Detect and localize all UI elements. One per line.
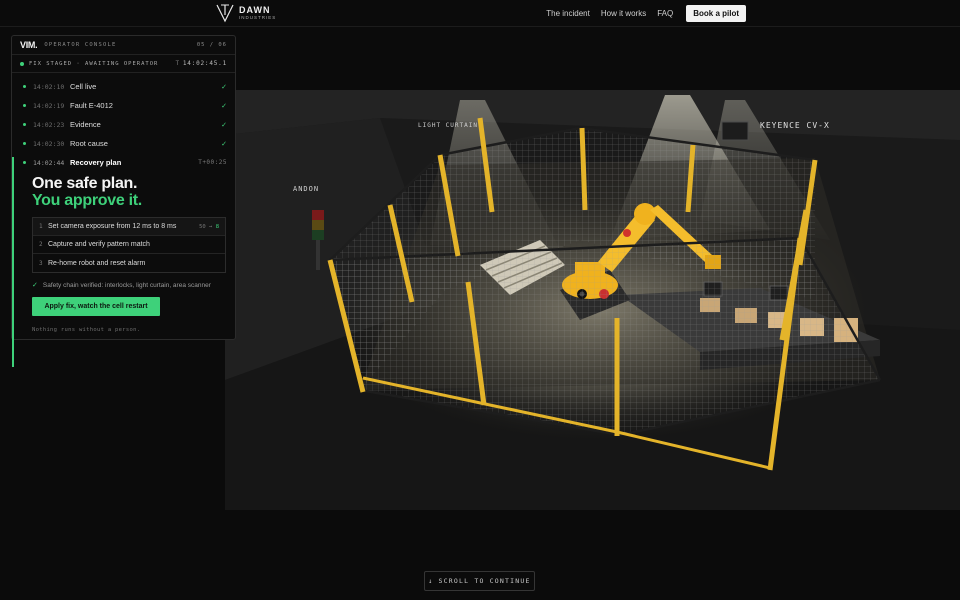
plan-step[interactable]: 3 Re-home robot and reset alarm <box>33 254 225 272</box>
timeline-step-active[interactable]: 14:02:44 Recovery plan T+00:25 <box>12 153 235 172</box>
step-dot-icon <box>23 161 26 164</box>
brand-name: DAWN <box>239 4 271 15</box>
status-timestamp: T 14:02:45.1 <box>175 60 227 67</box>
time-value: 14:02:45.1 <box>182 60 227 67</box>
page-indicator: 05 / 06 <box>196 42 227 48</box>
brand-logo[interactable]: DAWN INDUSTRIES <box>215 3 276 23</box>
recovery-plan-list: 1 Set camera exposure from 12 ms to 8 ms… <box>32 217 226 273</box>
plan-step-number: 3 <box>39 259 43 267</box>
time-prefix: T <box>175 60 180 67</box>
step-dot-icon <box>23 142 26 145</box>
check-icon: ✓ <box>221 140 227 148</box>
top-navigation: DAWN INDUSTRIES The incident How it work… <box>0 0 960 27</box>
scroll-label: SCROLL TO CONTINUE <box>438 577 531 585</box>
timeline-step[interactable]: 14:02:19 Fault E-4012 ✓ <box>12 96 235 115</box>
step-time: 14:02:44 <box>33 158 65 167</box>
safety-verification: ✓ Safety chain verified: interlocks, lig… <box>32 281 235 290</box>
plan-step-label: Capture and verify pattern match <box>48 241 150 248</box>
brand-subtitle: INDUSTRIES <box>239 14 277 20</box>
keyence-camera <box>721 121 749 141</box>
light-curtain-label: LIGHT CURTAIN <box>418 122 478 129</box>
dawn-logo-icon <box>216 4 234 23</box>
check-icon: ✓ <box>221 121 227 129</box>
step-dot-icon <box>23 123 26 126</box>
step-label: Evidence <box>70 120 101 129</box>
vim-logo: VIM. <box>20 40 38 50</box>
step-label: Fault E-4012 <box>70 101 113 110</box>
plan-step-number: 1 <box>39 223 43 230</box>
step-time: 14:02:30 <box>33 139 65 148</box>
check-icon: ✓ <box>221 102 227 110</box>
step-time: 14:02:19 <box>33 101 65 110</box>
status-dot-icon <box>20 61 24 66</box>
nav-links: The incident How it works FAQ Book a pil… <box>546 0 746 27</box>
apply-fix-button[interactable]: Apply fix, watch the cell restart <box>32 297 160 316</box>
plan-step-number: 2 <box>39 241 43 248</box>
timeline-steps: 14:02:10 Cell live ✓ 14:02:19 Fault E-40… <box>12 73 235 367</box>
console-footnote: Nothing runs without a person. <box>32 327 141 333</box>
plan-step-meta: 50 → 8 <box>199 224 219 230</box>
step-label: Root cause <box>70 139 108 148</box>
status-text: FIX STAGED · AWAITING OPERATOR <box>29 60 159 67</box>
arrow-down-icon: ↓ <box>428 577 434 585</box>
step-dot-icon <box>23 85 26 88</box>
step-time: 14:02:23 <box>33 120 65 129</box>
timeline-step[interactable]: 14:02:23 Evidence ✓ <box>12 115 235 134</box>
meta-to: 8 <box>215 223 219 230</box>
scroll-to-continue-button[interactable]: ↓ SCROLL TO CONTINUE <box>424 571 535 591</box>
plan-headline: One safe plan. You approve it. <box>12 172 235 209</box>
plan-step[interactable]: 1 Set camera exposure from 12 ms to 8 ms… <box>33 218 225 236</box>
active-step-rail <box>12 157 14 367</box>
nav-link-faq[interactable]: FAQ <box>657 9 673 18</box>
plan-step-label: Set camera exposure from 12 ms to 8 ms <box>48 223 177 230</box>
nav-link-incident[interactable]: The incident <box>546 9 590 18</box>
console-title: OPERATOR CONSOLE <box>44 42 117 48</box>
meta-from: 50 <box>199 223 206 230</box>
meta-arrow: → <box>205 223 216 230</box>
nav-link-how-it-works[interactable]: How it works <box>601 9 646 18</box>
timeline-step[interactable]: 14:02:30 Root cause ✓ <box>12 134 235 153</box>
step-elapsed: T+00:25 <box>198 159 227 166</box>
step-dot-icon <box>23 104 26 107</box>
step-label: Cell live <box>70 82 97 91</box>
headline-line-1: One safe plan. <box>32 175 138 192</box>
plan-step[interactable]: 2 Capture and verify pattern match <box>33 236 225 254</box>
console-status-bar: FIX STAGED · AWAITING OPERATOR T 14:02:45… <box>12 55 235 73</box>
check-icon: ✓ <box>32 282 38 289</box>
book-pilot-button[interactable]: Book a pilot <box>686 5 746 22</box>
check-icon: ✓ <box>221 83 227 91</box>
safety-text: Safety chain verified: interlocks, light… <box>42 281 211 289</box>
headline-line-2: You approve it. <box>32 192 142 209</box>
step-label: Recovery plan <box>70 158 122 167</box>
timeline-step[interactable]: 14:02:10 Cell live ✓ <box>12 77 235 96</box>
console-header: VIM. OPERATOR CONSOLE 05 / 06 <box>12 36 235 55</box>
andon-label: ANDON <box>293 185 320 193</box>
step-time: 14:02:10 <box>33 82 65 91</box>
operator-console: VIM. OPERATOR CONSOLE 05 / 06 FIX STAGED… <box>11 35 236 367</box>
plan-step-label: Re-home robot and reset alarm <box>48 259 146 267</box>
keyence-label: KEYENCE CV-X <box>760 121 830 130</box>
